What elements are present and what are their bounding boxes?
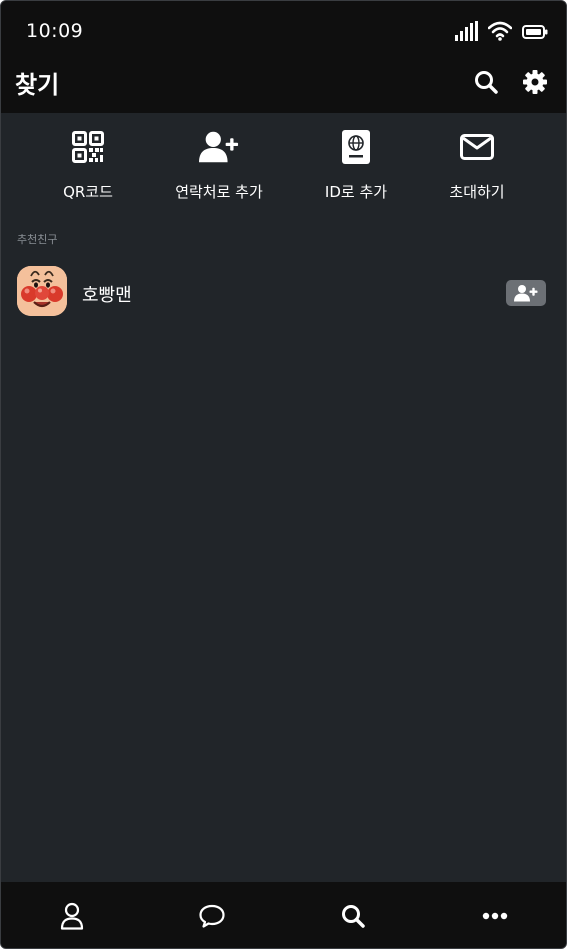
character-avatar [17, 266, 67, 316]
nav-chats[interactable] [196, 900, 228, 932]
search-icon [475, 71, 498, 94]
gear-icon [523, 70, 547, 94]
search-button[interactable] [471, 67, 501, 97]
add-by-contacts-label: 연락처로 추가 [175, 183, 263, 201]
page-title: 찾기 [15, 71, 60, 99]
settings-button[interactable] [520, 67, 550, 97]
friend-list-item[interactable]: 호빵맨 [1, 263, 566, 321]
nav-more[interactable] [479, 900, 511, 932]
add-friend-button[interactable] [506, 280, 546, 306]
status-icons [454, 21, 548, 45]
invite-button[interactable]: 초대하기 [412, 127, 542, 202]
invite-label: 초대하기 [449, 183, 505, 201]
qr-code-label: QR코드 [63, 183, 113, 201]
friend-name: 호빵맨 [82, 285, 132, 306]
battery-icon [522, 24, 548, 43]
bottom-nav [1, 882, 566, 948]
app-screen: 10:09 찾기 QR코드 연락처로 추가 ID로 추가 초대하기 추천친구 호… [0, 0, 567, 949]
status-time: 10:09 [26, 20, 84, 42]
signal-icon [454, 21, 478, 45]
status-bar: 10:09 [1, 1, 566, 61]
quick-actions: QR코드 연락처로 추가 ID로 추가 초대하기 [1, 127, 566, 207]
person-add-icon [514, 285, 538, 302]
header: 찾기 [1, 61, 566, 113]
chat-bubble-icon [199, 904, 225, 928]
person-add-icon [199, 127, 239, 167]
recommended-section-label: 추천친구 [17, 233, 58, 246]
person-icon [60, 902, 84, 930]
more-icon [482, 912, 508, 920]
add-by-id-label: ID로 추가 [324, 183, 388, 201]
top-area: 10:09 찾기 [1, 1, 566, 113]
add-by-id-button[interactable]: ID로 추가 [291, 127, 421, 202]
qr-code-button[interactable]: QR코드 [23, 127, 153, 202]
id-book-icon [336, 127, 376, 167]
nav-search[interactable] [337, 900, 369, 932]
qr-code-icon [68, 127, 108, 167]
nav-friends[interactable] [56, 900, 88, 932]
envelope-icon [457, 127, 497, 167]
search-icon [342, 905, 365, 928]
add-by-contacts-button[interactable]: 연락처로 추가 [154, 127, 284, 202]
wifi-icon [487, 21, 513, 45]
